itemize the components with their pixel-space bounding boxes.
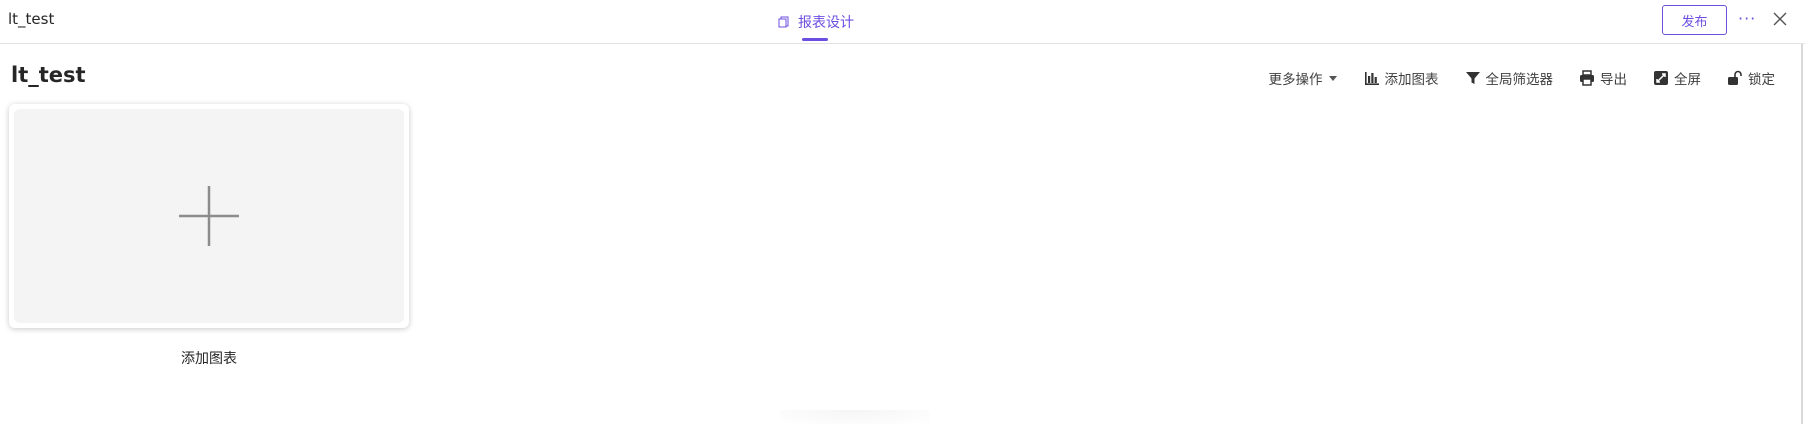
lock-label: 锁定: [1748, 72, 1775, 88]
fullscreen-label: 全屏: [1674, 72, 1701, 88]
more-actions-dropdown[interactable]: 更多操作: [1269, 68, 1338, 88]
fullscreen-icon: [1654, 71, 1668, 85]
divider-shadow: [780, 410, 930, 424]
scrollbar[interactable]: [1801, 44, 1803, 424]
fullscreen-button[interactable]: 全屏: [1653, 68, 1701, 88]
more-menu-button[interactable]: ···: [1738, 9, 1756, 28]
add-chart-card-body: [14, 109, 404, 323]
add-chart-card[interactable]: [9, 104, 409, 328]
caret-down-icon: [1328, 76, 1337, 81]
export-button[interactable]: 导出: [1579, 68, 1627, 88]
dashboard-toolbar: 更多操作 添加图表 全局筛选器 导出 全屏 锁定: [1269, 66, 1775, 90]
bar-chart-icon: [1364, 72, 1379, 85]
app-name: lt_test: [8, 10, 55, 28]
more-actions-label: 更多操作: [1268, 72, 1323, 88]
publish-button[interactable]: 发布: [1662, 5, 1727, 35]
add-chart-button[interactable]: 添加图表: [1364, 68, 1439, 88]
global-filter-label: 全局筛选器: [1485, 72, 1554, 88]
add-chart-card-label: 添加图表: [181, 351, 237, 367]
plus-icon: [179, 186, 239, 246]
close-icon[interactable]: [1772, 11, 1788, 27]
dashboard-title: lt_test: [11, 63, 86, 87]
filter-icon: [1465, 72, 1480, 84]
lock-button[interactable]: 锁定: [1727, 68, 1775, 88]
tab-label: 报表设计: [798, 15, 854, 31]
add-chart-label: 添加图表: [1384, 72, 1439, 88]
export-label: 导出: [1600, 72, 1627, 88]
tab-active-indicator: [802, 38, 828, 41]
unlock-icon: [1728, 70, 1742, 85]
global-filter-button[interactable]: 全局筛选器: [1465, 68, 1554, 88]
top-bar: lt_test 报表设计 发布 ···: [0, 0, 1805, 44]
report-design-icon: [778, 16, 789, 28]
printer-icon: [1580, 70, 1594, 86]
